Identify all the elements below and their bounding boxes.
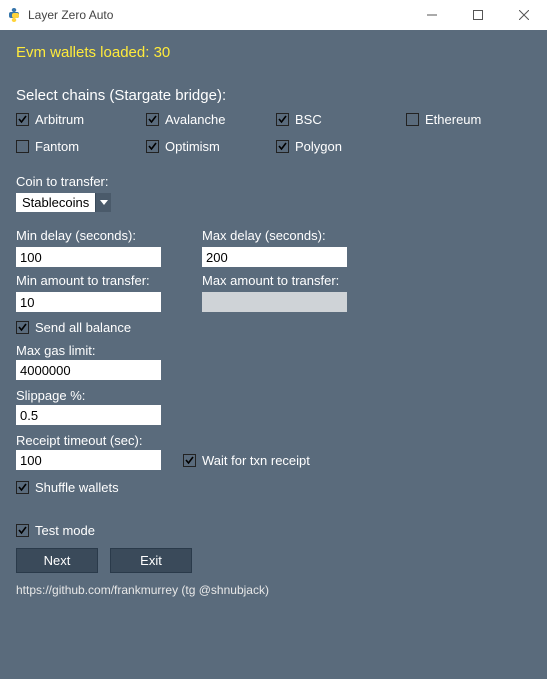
chain-label: Fantom — [35, 139, 79, 154]
chain-option-optimism: Optimism — [146, 139, 276, 154]
receipt-timeout-label: Receipt timeout (sec): — [16, 433, 531, 448]
shuffle-checkbox[interactable] — [16, 481, 29, 494]
wait-receipt-checkbox[interactable] — [183, 454, 196, 467]
max-amount-input[interactable] — [202, 292, 347, 312]
wait-receipt-row: Wait for txn receipt — [183, 453, 310, 468]
chains-title: Select chains (Stargate bridge): — [16, 87, 531, 104]
max-gas-label: Max gas limit: — [16, 343, 531, 358]
max-delay-input[interactable] — [202, 247, 347, 267]
shuffle-row: Shuffle wallets — [16, 480, 531, 495]
chain-checkbox-bsc[interactable] — [276, 113, 289, 126]
wait-receipt-label: Wait for txn receipt — [202, 453, 310, 468]
maximize-icon — [473, 10, 483, 20]
chains-grid: Arbitrum Avalanche BSC Ethereum Fantom Optimi… — [16, 112, 531, 154]
chain-option-ethereum: Ethereum — [406, 112, 536, 127]
test-mode-label: Test mode — [35, 523, 95, 538]
max-amount-label: Max amount to transfer: — [202, 273, 372, 288]
chain-checkbox-arbitrum[interactable] — [16, 113, 29, 126]
send-all-row: Send all balance — [16, 320, 531, 335]
receipt-timeout-input[interactable] — [16, 450, 161, 470]
window-title: Layer Zero Auto — [28, 8, 113, 22]
close-icon — [519, 10, 529, 20]
exit-button[interactable]: Exit — [110, 548, 192, 573]
minimize-icon — [427, 10, 437, 20]
send-all-label: Send all balance — [35, 320, 131, 335]
shuffle-label: Shuffle wallets — [35, 480, 119, 495]
chain-checkbox-fantom[interactable] — [16, 140, 29, 153]
minimize-button[interactable] — [409, 0, 455, 30]
coin-select-arrow[interactable] — [95, 193, 111, 212]
footer-link: https://github.com/frankmurrey (tg @shnu… — [16, 583, 531, 597]
maximize-button[interactable] — [455, 0, 501, 30]
chain-checkbox-avalanche[interactable] — [146, 113, 159, 126]
max-delay-label: Max delay (seconds): — [202, 228, 372, 243]
test-mode-checkbox[interactable] — [16, 524, 29, 537]
send-all-checkbox[interactable] — [16, 321, 29, 334]
max-gas-input[interactable] — [16, 360, 161, 380]
chain-option-fantom: Fantom — [16, 139, 146, 154]
app-icon — [6, 7, 22, 23]
close-button[interactable] — [501, 0, 547, 30]
next-button[interactable]: Next — [16, 548, 98, 573]
chain-option-avalanche: Avalanche — [146, 112, 276, 127]
chain-checkbox-ethereum[interactable] — [406, 113, 419, 126]
chain-label: Ethereum — [425, 112, 481, 127]
wallets-loaded-status: Evm wallets loaded: 30 — [16, 44, 531, 61]
test-mode-row: Test mode — [16, 523, 531, 538]
min-amount-input[interactable] — [16, 292, 161, 312]
chain-option-arbitrum: Arbitrum — [16, 112, 146, 127]
chain-label: Avalanche — [165, 112, 225, 127]
chain-label: Arbitrum — [35, 112, 84, 127]
min-delay-input[interactable] — [16, 247, 161, 267]
titlebar: Layer Zero Auto — [0, 0, 547, 30]
chain-option-bsc: BSC — [276, 112, 406, 127]
chain-label: BSC — [295, 112, 322, 127]
chain-label: Polygon — [295, 139, 342, 154]
chain-checkbox-polygon[interactable] — [276, 140, 289, 153]
chevron-down-icon — [100, 200, 108, 206]
min-delay-label: Min delay (seconds): — [16, 228, 186, 243]
chain-option-polygon: Polygon — [276, 139, 406, 154]
coin-select[interactable]: Stablecoins — [16, 193, 111, 212]
min-amount-label: Min amount to transfer: — [16, 273, 186, 288]
slippage-input[interactable] — [16, 405, 161, 425]
chain-label: Optimism — [165, 139, 220, 154]
coin-select-value: Stablecoins — [16, 193, 95, 212]
coin-label: Coin to transfer: — [16, 174, 531, 189]
chain-checkbox-optimism[interactable] — [146, 140, 159, 153]
slippage-label: Slippage %: — [16, 388, 531, 403]
